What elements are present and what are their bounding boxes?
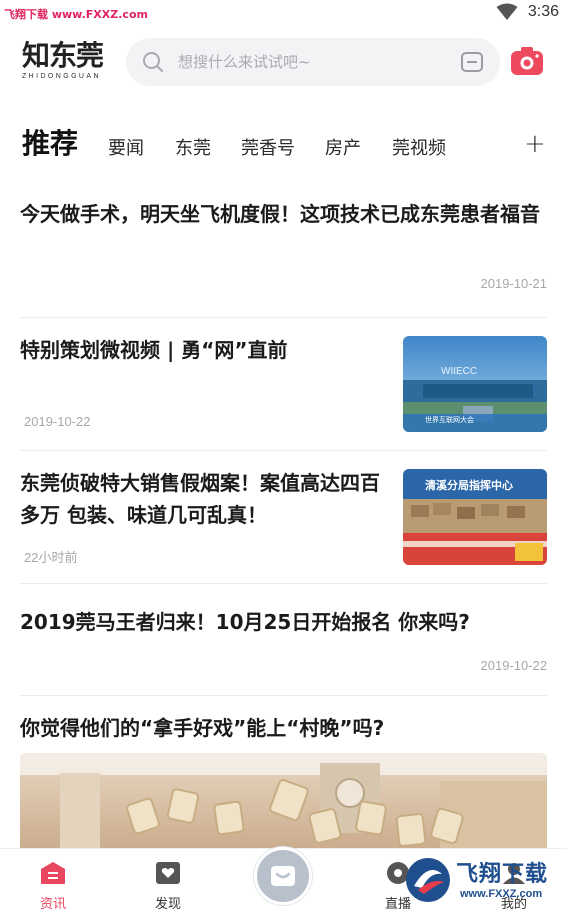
news-item[interactable]: 你觉得他们的“拿手好戏”能上“村晚”吗? [20,696,547,856]
search-input[interactable]: 想搜什么来试试吧~ [178,51,311,72]
news-title: 2019莞马王者归来！10月25日开始报名 你来吗? [20,610,470,634]
news-title: 东莞侦破特大销售假烟案！案值高达四百多万 包装、味道几可乱真！ [20,471,380,527]
search-bar[interactable]: 想搜什么来试试吧~ [126,38,500,86]
nav-label: 发现 [154,897,181,912]
nav-discover[interactable]: 发现 [138,861,198,912]
status-bar: 飞翔下载 www.FXXZ.com 3:36 [0,0,567,26]
nav-label: 资讯 [39,897,66,912]
scan-icon[interactable] [460,51,484,73]
news-date: 2019-10-22 [480,658,548,673]
thumbnail-text: 清溪分局指挥中心 [425,479,513,492]
news-item[interactable]: 今天做手术，明天坐飞机度假！这项技术已成东莞患者福音 2019-10-21 [20,198,547,318]
tab-video[interactable]: 莞视频 [392,134,446,160]
tab-recommend[interactable]: 推荐 [22,122,78,162]
news-image [20,753,547,856]
logo-subtext: ZHIDONGGUAN [22,73,101,80]
discover-icon [156,862,180,884]
watermark-top: 飞翔下载 www.FXXZ.com [4,8,148,21]
news-item[interactable]: 2019莞马王者归来！10月25日开始报名 你来吗? 2019-10-22 [20,584,547,696]
news-title: 特别策划微视频 | 勇“网”直前 [20,338,288,362]
tab-dongguan[interactable]: 东莞 [175,134,211,160]
thumbnail-caption: 世界互联网大会 [425,416,474,424]
watermark-icon [406,858,450,902]
logo-text: 知东莞 [22,39,104,72]
video-icon [271,866,295,886]
tab-realestate[interactable]: 房产 [325,134,361,160]
channel-tabs: 推荐 要闻 东莞 莞香号 房产 莞视频 + [0,118,567,168]
tab-news[interactable]: 要闻 [108,134,144,160]
wifi-icon [496,3,518,20]
news-thumbnail: 清溪分局指挥中心 [403,469,547,565]
news-item[interactable]: 特别策划微视频 | 勇“网”直前 2019-10-22 WIIECC 世界互联网… [20,318,547,451]
news-date: 2019-10-21 [480,276,548,291]
watermark-brand: 飞翔下载 [456,862,549,887]
tab-guanxianghao[interactable]: 莞香号 [241,134,295,160]
watermark-logo: 飞翔下载 www.FXXZ.com [404,852,554,910]
news-title: 你觉得他们的“拿手好戏”能上“村晚”吗? [20,716,385,740]
news-date: 2019-10-22 [24,414,91,429]
add-channel-icon[interactable]: + [524,131,546,157]
thumbnail-text: WIIECC [441,366,478,377]
camera-icon[interactable] [510,46,544,76]
center-action-button[interactable] [254,847,312,905]
search-icon [143,52,163,72]
news-item[interactable]: 东莞侦破特大销售假烟案！案值高达四百多万 包装、味道几可乱真！ 22小时前 清溪… [20,451,547,584]
news-thumbnail: WIIECC 世界互联网大会 [403,336,547,432]
news-title: 今天做手术，明天坐飞机度假！这项技术已成东莞患者福音 [20,202,540,226]
news-date: 22小时前 [24,550,78,565]
clock: 3:36 [527,3,559,20]
nav-news[interactable]: 资讯 [23,861,83,912]
app-logo: 知东莞 ZHIDONGGUAN [22,40,112,86]
app-header: 知东莞 ZHIDONGGUAN 想搜什么来试试吧~ [0,34,567,90]
watermark-url: www.FXXZ.com [460,888,543,900]
news-icon [41,862,65,884]
